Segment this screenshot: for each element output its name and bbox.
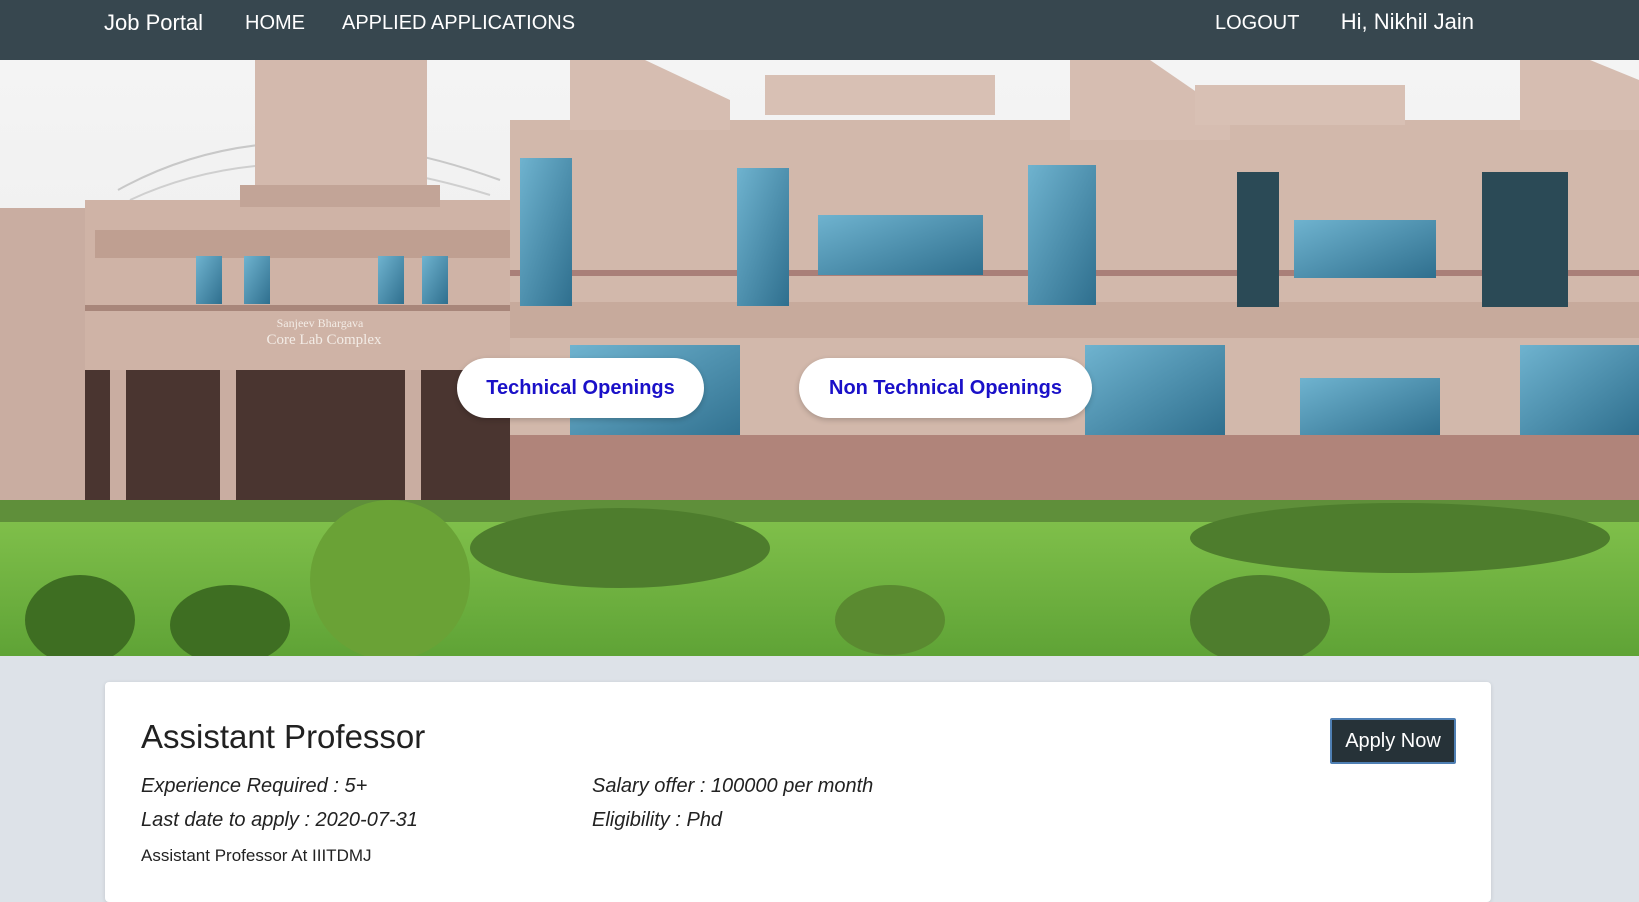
building-sign-line1: Sanjeev Bhargava — [277, 316, 364, 330]
last-date-to-apply: Last date to apply : 2020-07-31 — [141, 809, 418, 831]
apply-now-button[interactable]: Apply Now — [1330, 718, 1456, 764]
user-greeting: Hi, Nikhil Jain — [1340, 9, 1474, 34]
nav-applied-applications-link[interactable]: APPLIED APPLICATIONS — [342, 12, 575, 35]
nav-logout-link[interactable]: LOGOUT — [1215, 12, 1299, 35]
building-sign-line2: Core Lab Complex — [267, 332, 382, 348]
job-description: Assistant Professor At IIITDMJ — [141, 846, 372, 865]
eligibility: Eligibility : Phd — [592, 809, 723, 831]
salary-offer: Salary offer : 100000 per month — [592, 775, 874, 797]
nav-home-link[interactable]: HOME — [245, 12, 305, 35]
experience-required: Experience Required : 5+ — [141, 775, 368, 797]
top-navbar: Job Portal HOME APPLIED APPLICATIONS LOG… — [0, 0, 1639, 60]
job-card: Assistant Professor Experience Required … — [105, 682, 1491, 902]
technical-openings-button[interactable]: Technical Openings — [457, 358, 704, 418]
non-technical-openings-button[interactable]: Non Technical Openings — [799, 358, 1092, 418]
campus-building-image: Sanjeev Bhargava Core Lab Complex — [0, 60, 1639, 656]
hero-banner: Sanjeev Bhargava Core Lab Complex Techni… — [0, 60, 1639, 656]
brand-logo[interactable]: Job Portal — [104, 10, 203, 36]
job-title: Assistant Professor — [141, 718, 426, 755]
